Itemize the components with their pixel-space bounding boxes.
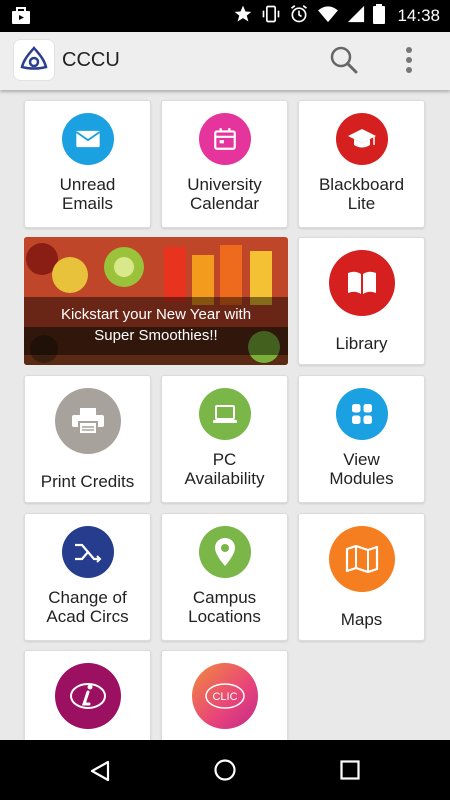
tile-clic[interactable]: CLIC xyxy=(161,650,288,740)
app-logo xyxy=(14,40,54,80)
tile-label: Change of Acad Circs xyxy=(46,588,129,626)
tile-info[interactable] xyxy=(24,650,151,740)
app-bar: CCCU xyxy=(0,32,450,90)
tile-label: Library xyxy=(335,334,388,353)
tile-campus-locations[interactable]: Campus Locations xyxy=(161,513,288,641)
tile-label: Unread Emails xyxy=(59,175,116,213)
tile-label: Blackboard Lite xyxy=(318,175,405,213)
vibrate-icon xyxy=(261,4,281,29)
clic-icon-text: CLIC xyxy=(212,691,237,703)
tile-change-of-acad-circs[interactable]: Change of Acad Circs xyxy=(24,513,151,641)
home-grid: Unread Emails University Calendar Blackb… xyxy=(0,90,450,740)
app-title: CCCU xyxy=(62,49,120,71)
tile-print-credits[interactable]: Print Credits xyxy=(24,375,151,503)
notification-briefcase-icon xyxy=(11,6,31,31)
tile-label: View Modules xyxy=(329,450,394,488)
tile-view-modules[interactable]: View Modules xyxy=(298,375,425,503)
more-options-icon[interactable] xyxy=(404,45,414,80)
banner-caption: Kickstart your New Year with Super Smoot… xyxy=(24,297,288,355)
book-icon xyxy=(328,250,395,316)
tile-label: University Calendar xyxy=(187,175,262,213)
location-pin-icon xyxy=(198,526,251,578)
status-time: 14:38 xyxy=(397,6,440,25)
clic-icon: CLIC xyxy=(191,663,258,729)
home-icon[interactable] xyxy=(213,758,237,787)
battery-icon xyxy=(373,3,386,29)
back-icon[interactable] xyxy=(88,759,112,788)
calendar-icon xyxy=(198,113,251,165)
graduation-cap-icon xyxy=(335,113,388,165)
info-icon xyxy=(54,663,121,729)
tile-unread-emails[interactable]: Unread Emails xyxy=(24,100,151,228)
star-icon xyxy=(233,4,253,29)
wifi-icon xyxy=(317,5,339,28)
status-icons: 14:38 xyxy=(233,0,440,32)
laptop-icon xyxy=(198,388,251,440)
search-icon[interactable] xyxy=(328,44,360,81)
tile-blackboard-lite[interactable]: Blackboard Lite xyxy=(298,100,425,228)
tile-pc-availability[interactable]: PC Availability xyxy=(161,375,288,503)
tile-label: Print Credits xyxy=(40,472,135,491)
printer-icon xyxy=(54,388,121,454)
status-bar: 14:38 xyxy=(0,0,450,32)
alarm-icon xyxy=(289,4,309,29)
tile-university-calendar[interactable]: University Calendar xyxy=(161,100,288,228)
smoothies-banner[interactable]: Kickstart your New Year with Super Smoot… xyxy=(24,237,288,365)
tile-maps[interactable]: Maps xyxy=(298,513,425,641)
tile-label: PC Availability xyxy=(184,450,265,488)
signal-icon xyxy=(347,5,365,28)
system-nav-bar xyxy=(0,740,450,800)
recent-apps-icon[interactable] xyxy=(340,760,360,785)
tile-label: Campus Locations xyxy=(188,588,261,626)
change-arrows-icon xyxy=(61,526,114,578)
mail-icon xyxy=(61,113,114,165)
map-icon xyxy=(328,526,395,592)
tile-library[interactable]: Library xyxy=(298,237,425,365)
tile-label: Maps xyxy=(340,610,383,629)
modules-grid-icon xyxy=(335,388,388,440)
